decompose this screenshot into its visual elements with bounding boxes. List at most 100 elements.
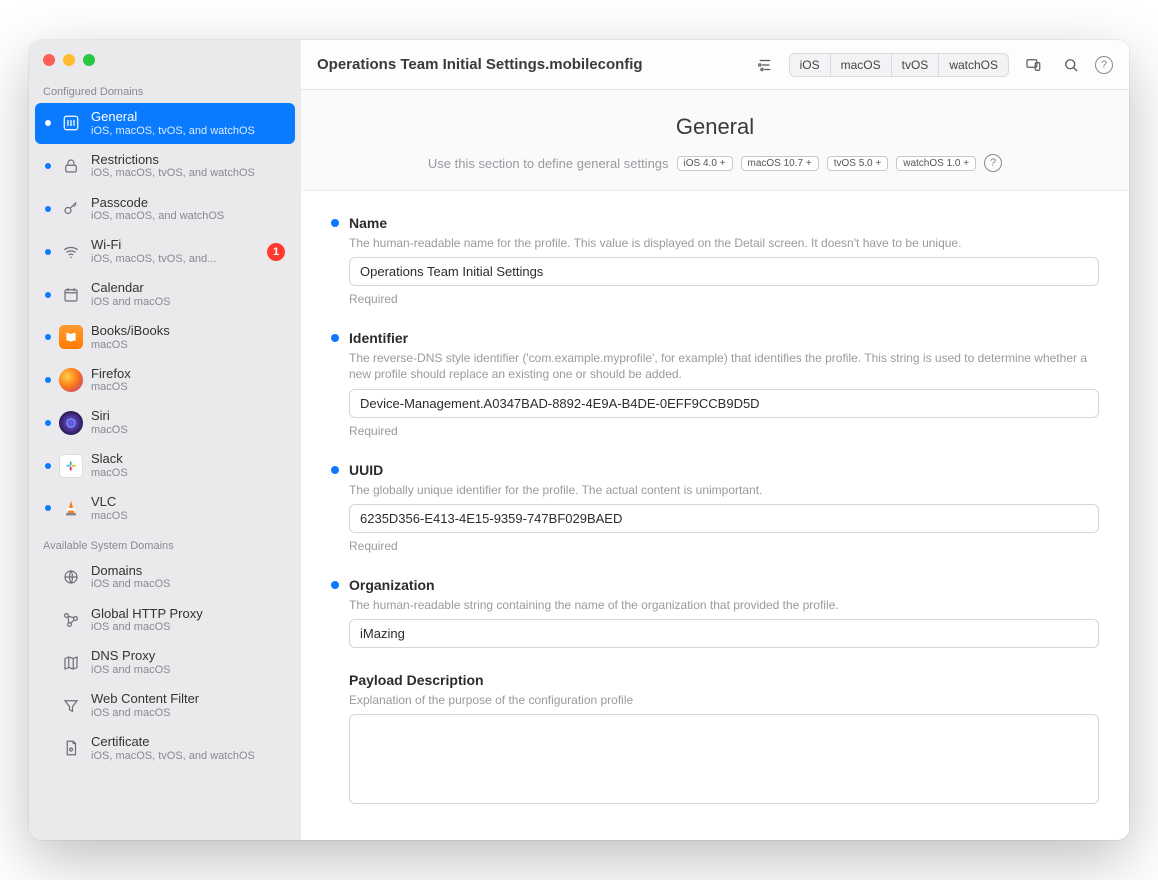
firefox-app-icon bbox=[59, 368, 83, 392]
identifier-input[interactable] bbox=[349, 389, 1099, 418]
sidebar-item-label: VLC bbox=[91, 494, 285, 510]
sidebar-item-general[interactable]: General iOS, macOS, tvOS, and watchOS bbox=[35, 103, 295, 144]
field-organization: Organization The human-readable string c… bbox=[301, 567, 1129, 662]
organization-input[interactable] bbox=[349, 619, 1099, 648]
sidebar-item-label: Restrictions bbox=[91, 152, 285, 168]
sidebar-item-sublabel: macOS bbox=[91, 467, 285, 480]
sidebar-item-certificate[interactable]: Certificate iOS, macOS, tvOS, and watchO… bbox=[35, 728, 295, 769]
active-dot bbox=[45, 463, 51, 469]
active-dot bbox=[45, 249, 51, 255]
sidebar-item-label: Web Content Filter bbox=[91, 691, 285, 707]
sidebar-item-sublabel: iOS and macOS bbox=[91, 664, 285, 677]
sidebar-item-vlc[interactable]: VLC macOS bbox=[35, 488, 295, 529]
active-dot bbox=[45, 420, 51, 426]
window-traffic-lights bbox=[29, 40, 301, 76]
sidebar-item-label: Siri bbox=[91, 408, 285, 424]
changed-dot bbox=[331, 219, 339, 227]
os-tab-tvos[interactable]: tvOS bbox=[892, 54, 940, 76]
sidebar-item-sublabel: macOS bbox=[91, 339, 285, 352]
payload-description-input[interactable] bbox=[349, 714, 1099, 804]
field-description: The globally unique identifier for the p… bbox=[349, 482, 1099, 498]
help-button[interactable]: ? bbox=[1095, 56, 1113, 74]
version-pill-ios: iOS 4.0 + bbox=[677, 156, 733, 171]
sidebar-item-label: Global HTTP Proxy bbox=[91, 606, 285, 622]
uuid-input[interactable] bbox=[349, 504, 1099, 533]
changed-dot bbox=[331, 466, 339, 474]
sidebar-item-sublabel: iOS and macOS bbox=[91, 296, 285, 309]
sidebar-item-siri[interactable]: Siri macOS bbox=[35, 402, 295, 443]
active-dot bbox=[45, 334, 51, 340]
sidebar-item-calendar[interactable]: Calendar iOS and macOS bbox=[35, 274, 295, 315]
sidebar-item-books[interactable]: Books/iBooks macOS bbox=[35, 317, 295, 358]
changed-dot bbox=[331, 581, 339, 589]
os-filter-segmented: iOS macOS tvOS watchOS bbox=[789, 53, 1009, 77]
active-dot bbox=[45, 120, 51, 126]
field-label: Name bbox=[349, 215, 387, 231]
page-subtitle-row: Use this section to define general setti… bbox=[301, 154, 1129, 182]
sidebar-item-label: Firefox bbox=[91, 366, 285, 382]
sidebar-item-passcode[interactable]: Passcode iOS, macOS, and watchOS bbox=[35, 189, 295, 230]
changed-dot bbox=[331, 334, 339, 342]
os-tab-watchos[interactable]: watchOS bbox=[939, 54, 1008, 76]
sidebar-item-firefox[interactable]: Firefox macOS bbox=[35, 360, 295, 401]
name-input[interactable] bbox=[349, 257, 1099, 286]
wifi-icon bbox=[59, 240, 83, 264]
version-pill-macos: macOS 10.7 + bbox=[741, 156, 819, 171]
notification-badge: 1 bbox=[267, 243, 285, 261]
search-icon[interactable] bbox=[1057, 53, 1085, 77]
sidebar-item-label: Passcode bbox=[91, 195, 285, 211]
sidebar-item-wifi[interactable]: Wi-Fi iOS, macOS, tvOS, and... 1 bbox=[35, 231, 295, 272]
globe-icon bbox=[59, 565, 83, 589]
version-pill-watchos: watchOS 1.0 + bbox=[896, 156, 976, 171]
sidebar-item-sublabel: macOS bbox=[91, 381, 285, 394]
field-description: Explanation of the purpose of the config… bbox=[349, 692, 1099, 708]
sidebar-item-slack[interactable]: Slack macOS bbox=[35, 445, 295, 486]
sidebar-item-sublabel: iOS and macOS bbox=[91, 707, 285, 720]
sidebar-item-domains[interactable]: Domains iOS and macOS bbox=[35, 557, 295, 598]
field-required: Required bbox=[349, 539, 1099, 553]
active-dot bbox=[45, 163, 51, 169]
sidebar-item-web-content-filter[interactable]: Web Content Filter iOS and macOS bbox=[35, 685, 295, 726]
sidebar-item-sublabel: macOS bbox=[91, 424, 285, 437]
page-header: General Use this section to define gener… bbox=[301, 90, 1129, 191]
sidebar-item-sublabel: iOS and macOS bbox=[91, 621, 285, 634]
field-required: Required bbox=[349, 292, 1099, 306]
page-subtitle: Use this section to define general setti… bbox=[428, 156, 669, 171]
os-tab-ios[interactable]: iOS bbox=[790, 54, 831, 76]
slack-app-icon bbox=[59, 454, 83, 478]
sidebar-item-label: Certificate bbox=[91, 734, 285, 750]
field-label: Identifier bbox=[349, 330, 408, 346]
field-description: The human-readable string containing the… bbox=[349, 597, 1099, 613]
field-payload-description: Payload Description Explanation of the p… bbox=[301, 662, 1129, 821]
section-help-button[interactable]: ? bbox=[984, 154, 1002, 172]
zoom-window-button[interactable] bbox=[83, 54, 95, 66]
sidebar-item-http-proxy[interactable]: Global HTTP Proxy iOS and macOS bbox=[35, 600, 295, 641]
sidebar-item-label: Calendar bbox=[91, 280, 285, 296]
sidebar-item-restrictions[interactable]: Restrictions iOS, macOS, tvOS, and watch… bbox=[35, 146, 295, 187]
field-label: UUID bbox=[349, 462, 383, 478]
sidebar-item-sublabel: iOS, macOS, tvOS, and... bbox=[91, 253, 263, 266]
field-description: The reverse-DNS style identifier ('com.e… bbox=[349, 350, 1099, 382]
key-icon bbox=[59, 197, 83, 221]
filter-icon[interactable] bbox=[751, 53, 779, 77]
field-description: The human-readable name for the profile.… bbox=[349, 235, 1099, 251]
os-tab-macos[interactable]: macOS bbox=[831, 54, 892, 76]
sidebar-item-sublabel: iOS, macOS, tvOS, and watchOS bbox=[91, 125, 285, 138]
field-label: Organization bbox=[349, 577, 435, 593]
app-window: Configured Domains General iOS, macOS, t… bbox=[29, 40, 1129, 840]
toolbar: Operations Team Initial Settings.mobilec… bbox=[301, 40, 1129, 90]
sliders-icon bbox=[59, 111, 83, 135]
sidebar-section-available: Available System Domains bbox=[29, 530, 301, 556]
minimize-window-button[interactable] bbox=[63, 54, 75, 66]
sidebar-item-dns-proxy[interactable]: DNS Proxy iOS and macOS bbox=[35, 642, 295, 683]
sidebar-item-label: General bbox=[91, 109, 285, 125]
sidebar-section-configured: Configured Domains bbox=[29, 76, 301, 102]
close-window-button[interactable] bbox=[43, 54, 55, 66]
main-panel: Operations Team Initial Settings.mobilec… bbox=[301, 40, 1129, 840]
content-scroll[interactable]: General Use this section to define gener… bbox=[301, 90, 1129, 840]
books-app-icon bbox=[59, 325, 83, 349]
field-identifier: Identifier The reverse-DNS style identif… bbox=[301, 320, 1129, 451]
sidebar: Configured Domains General iOS, macOS, t… bbox=[29, 40, 301, 840]
funnel-icon bbox=[59, 694, 83, 718]
device-icon[interactable] bbox=[1019, 53, 1047, 77]
